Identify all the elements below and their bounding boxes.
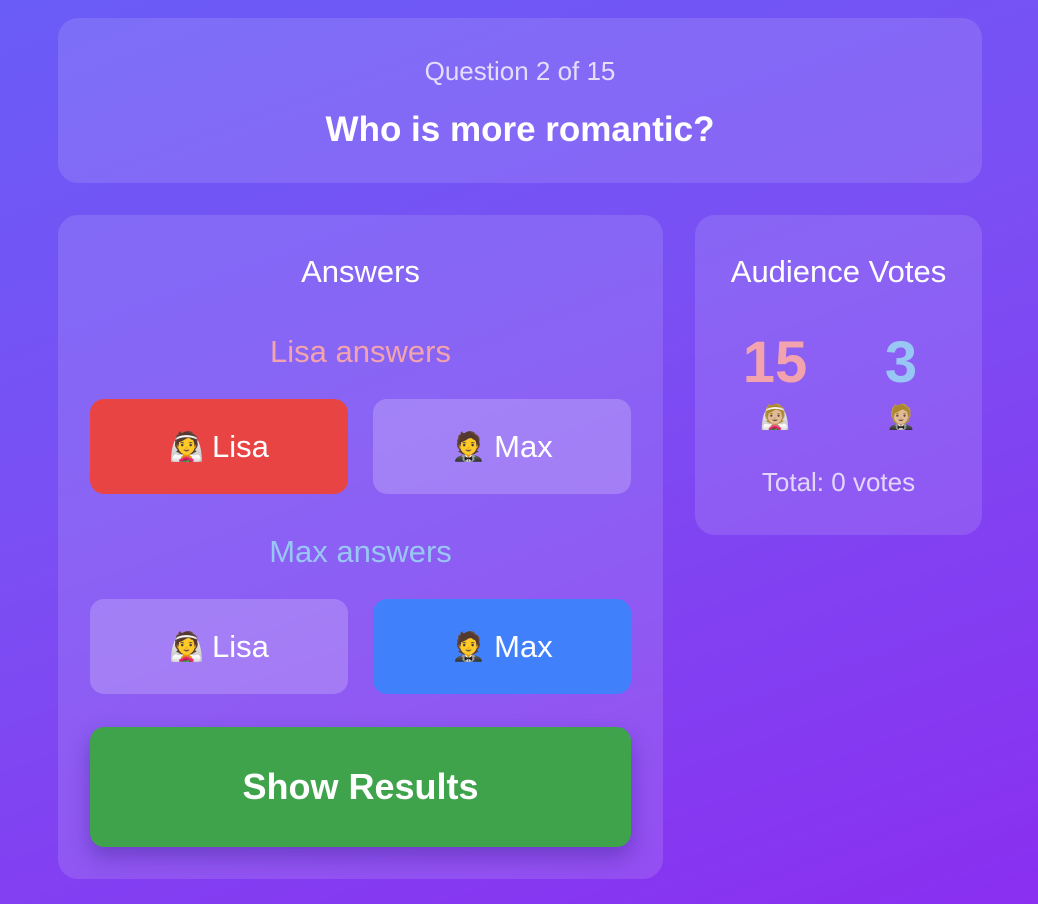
choice-label: Lisa bbox=[212, 628, 269, 664]
lisa-answers-label: Lisa answers bbox=[270, 334, 451, 369]
audience-votes-title: Audience Votes bbox=[730, 254, 947, 289]
max-answer-max-button[interactable]: 🤵 Max bbox=[373, 599, 631, 694]
choice-label: Max bbox=[494, 628, 553, 664]
question-text: Who is more romantic? bbox=[325, 110, 715, 149]
lisa-answer-max-button[interactable]: 🤵 Max bbox=[373, 399, 631, 494]
bride-icon: 👰🏼 bbox=[760, 404, 790, 431]
max-answers-label: Max answers bbox=[269, 534, 452, 569]
groom-icon: 🤵 bbox=[451, 631, 487, 662]
groom-icon: 🤵🏼 bbox=[886, 404, 916, 431]
bride-icon: 👰 bbox=[169, 431, 204, 462]
answers-card: Answers Lisa answers 👰 Lisa 🤵 Max Max an… bbox=[58, 215, 663, 879]
max-vote-count: 3 bbox=[884, 330, 918, 395]
question-card: Question 2 of 15 Who is more romantic? bbox=[58, 18, 982, 183]
max-answer-lisa-button[interactable]: 👰 Lisa bbox=[90, 599, 348, 694]
answers-title: Answers bbox=[301, 254, 420, 289]
bride-icon: 👰 bbox=[169, 631, 204, 662]
lisa-answer-lisa-button[interactable]: 👰 Lisa bbox=[90, 399, 348, 494]
question-counter: Question 2 of 15 bbox=[424, 56, 616, 86]
total-votes: Total: 0 votes bbox=[761, 467, 916, 497]
groom-icon: 🤵 bbox=[451, 431, 487, 462]
lisa-vote-count: 15 bbox=[742, 330, 808, 395]
choice-label: Lisa bbox=[212, 428, 269, 464]
choice-label: Max bbox=[494, 428, 553, 464]
audience-votes-card: Audience Votes 15 3 👰🏼 🤵🏼 Total: 0 votes bbox=[695, 215, 982, 535]
show-results-button[interactable]: Show Results bbox=[90, 727, 631, 847]
